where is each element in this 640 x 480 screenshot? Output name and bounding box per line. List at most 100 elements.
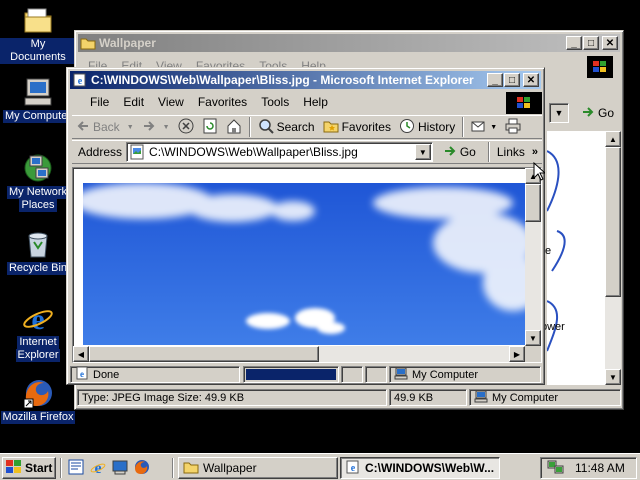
address-value: C:\WINDOWS\Web\Wallpaper\Bliss.jpg: [149, 145, 358, 159]
go-arrow-icon: [443, 145, 457, 160]
desktop-icon-label-line2: Explorer: [15, 349, 61, 362]
scroll-thumb[interactable]: [89, 346, 319, 362]
ie-vertical-scrollbar[interactable]: ▲ ▼: [525, 168, 541, 346]
page-done-icon: e: [75, 366, 89, 383]
windows-logo-icon: [587, 56, 613, 78]
ie-menubar: File Edit View Favorites Tools Help: [83, 93, 335, 111]
computer-icon: [394, 367, 408, 383]
desktop-icon-label: My Network: [6, 186, 70, 199]
desktop-icon-my-network-places[interactable]: My Network Places: [0, 152, 76, 212]
scroll-thumb[interactable]: [605, 147, 621, 297]
menu-favorites[interactable]: Favorites: [191, 95, 254, 109]
scroll-corner: [525, 346, 541, 362]
chevron-down-icon: ▼: [490, 123, 498, 131]
desktop-icon-mozilla-firefox[interactable]: Mozilla Firefox: [0, 377, 76, 424]
explorer-vertical-scrollbar[interactable]: ▲ ▼: [605, 131, 621, 385]
svg-text:e: e: [351, 463, 356, 474]
back-button[interactable]: Back ▼: [72, 120, 138, 135]
close-button[interactable]: ✕: [523, 73, 539, 87]
desktop-icon-recycle-bin[interactable]: Recycle Bin: [0, 228, 76, 275]
ie-progress-bar: [243, 366, 339, 383]
taskbar-separator: [60, 458, 62, 478]
explorer-content-pane[interactable]: e ower: [541, 131, 605, 385]
quick-launch-firefox-icon[interactable]: [134, 459, 150, 478]
desktop-icon-label: My Documents: [0, 38, 76, 64]
desktop-icon-internet-explorer[interactable]: e Internet Explorer: [0, 302, 76, 362]
minimize-button[interactable]: _: [566, 36, 582, 50]
ie-horizontal-scrollbar[interactable]: ◀ ▶: [73, 346, 525, 362]
ie-content-area[interactable]: ▲ ▼ ◀ ▶: [72, 167, 542, 363]
favorites-folder-icon: [323, 118, 339, 137]
forward-button[interactable]: ▼: [138, 120, 174, 135]
mail-icon: [471, 119, 487, 136]
taskbar-button-ie[interactable]: e C:\WINDOWS\Web\W...: [340, 457, 500, 479]
scroll-down-button[interactable]: ▼: [605, 369, 621, 385]
desktop-icon-my-documents[interactable]: My Documents: [0, 4, 76, 64]
favorites-button[interactable]: Favorites: [319, 118, 395, 137]
menu-tools[interactable]: Tools: [254, 95, 296, 109]
status-label: Done: [93, 368, 120, 381]
go-button[interactable]: Go: [439, 145, 480, 160]
explorer-address-dropdown[interactable]: ▼: [549, 103, 569, 123]
stop-button[interactable]: [174, 118, 198, 137]
scroll-thumb[interactable]: [525, 184, 541, 222]
taskbar-button-wallpaper[interactable]: Wallpaper: [178, 457, 338, 479]
menu-file[interactable]: File: [83, 95, 116, 109]
ie-window[interactable]: e C:\WINDOWS\Web\Wallpaper\Bliss.jpg - M…: [66, 67, 545, 385]
desktop-icon-label: Mozilla Firefox: [0, 411, 76, 424]
image-file-icon: [129, 144, 145, 160]
go-label: Go: [598, 106, 615, 120]
maximize-button[interactable]: □: [504, 73, 520, 87]
ie-status-zone: My Computer: [389, 366, 541, 383]
address-dropdown-button[interactable]: ▼: [414, 144, 431, 160]
menu-help[interactable]: Help: [296, 95, 335, 109]
explorer-go-button[interactable]: Go: [577, 104, 618, 122]
scroll-up-button[interactable]: ▲: [605, 131, 621, 147]
home-button[interactable]: [222, 118, 246, 137]
ie-titlebar[interactable]: e C:\WINDOWS\Web\Wallpaper\Bliss.jpg - M…: [70, 71, 541, 89]
start-button[interactable]: Start: [2, 457, 56, 479]
ie-status-cell: [365, 366, 387, 383]
sky-image: [83, 183, 525, 345]
computer-icon: [22, 76, 54, 108]
svg-text:e: e: [31, 303, 44, 334]
desktop-icon-label-line2: Places: [19, 199, 57, 212]
address-input[interactable]: C:\WINDOWS\Web\Wallpaper\Bliss.jpg ▼: [126, 142, 433, 162]
desktop-icon-my-computer[interactable]: My Computer: [0, 76, 76, 123]
minimize-button[interactable]: _: [487, 73, 503, 87]
tray-network-icon[interactable]: [547, 459, 565, 478]
quick-launch-ie-icon[interactable]: e: [90, 459, 106, 478]
close-button[interactable]: ✕: [602, 36, 618, 50]
maximize-button[interactable]: □: [583, 36, 599, 50]
toolbar-separator: [487, 142, 490, 162]
menu-edit[interactable]: Edit: [116, 95, 151, 109]
clock[interactable]: 11:48 AM: [575, 461, 625, 475]
scroll-left-button[interactable]: ◀: [73, 346, 89, 362]
links-button[interactable]: Links »: [493, 145, 542, 159]
refresh-button[interactable]: [198, 118, 222, 137]
svg-text:e: e: [80, 369, 84, 379]
back-arrow-icon: [76, 120, 90, 135]
refresh-icon: [202, 118, 218, 137]
history-icon: [399, 118, 415, 137]
svg-text:e: e: [94, 460, 101, 475]
quick-launch-word-icon[interactable]: [68, 459, 84, 478]
quick-launch-desktop-icon[interactable]: [112, 459, 128, 478]
search-button[interactable]: Search: [254, 118, 319, 137]
system-tray: 11:48 AM: [540, 457, 637, 479]
scroll-right-button[interactable]: ▶: [509, 346, 525, 362]
scroll-down-button[interactable]: ▼: [525, 330, 541, 346]
history-button[interactable]: History: [395, 118, 459, 137]
print-button[interactable]: [501, 118, 525, 137]
explorer-titlebar[interactable]: Wallpaper _ □ ✕: [78, 34, 620, 52]
favorites-label: Favorites: [341, 120, 391, 134]
stop-icon: [178, 118, 194, 137]
back-label: Back: [93, 120, 120, 134]
explorer-title: Wallpaper: [99, 36, 156, 50]
menu-view[interactable]: View: [151, 95, 191, 109]
windows-logo-icon: [6, 459, 22, 477]
desktop-icon-label: Recycle Bin: [6, 262, 70, 275]
mail-button[interactable]: ▼: [467, 119, 501, 136]
task-label: Wallpaper: [203, 461, 257, 475]
go-arrow-icon: [581, 106, 595, 121]
